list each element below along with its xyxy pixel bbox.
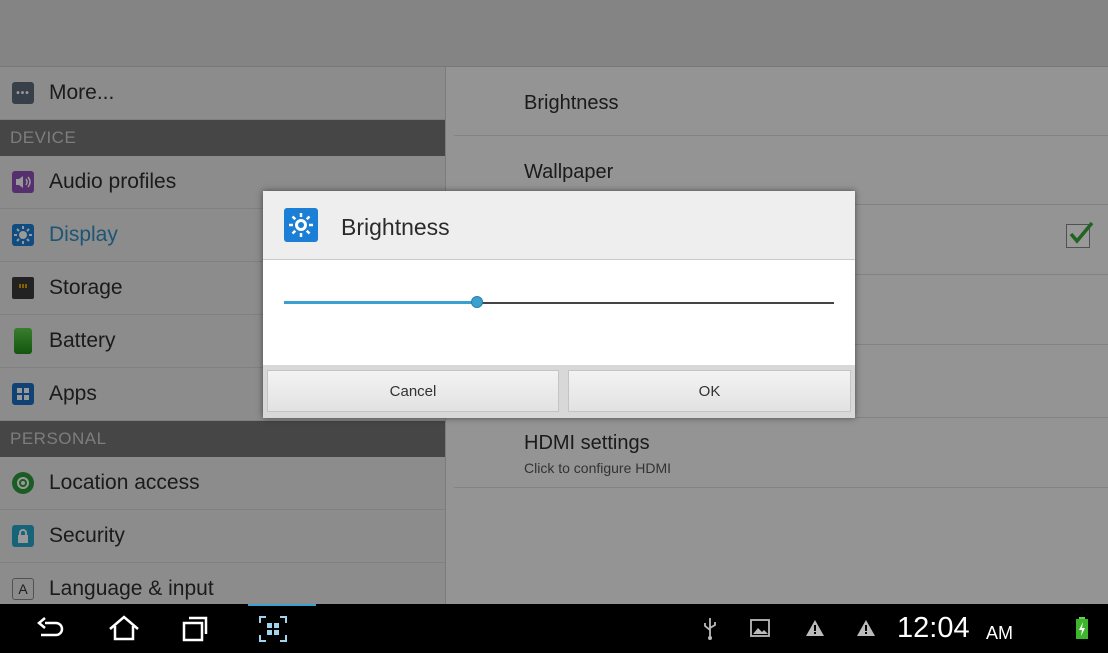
screenshot-icon[interactable] xyxy=(258,614,288,644)
slider-thumb[interactable] xyxy=(471,296,483,308)
dialog-title: Brightness xyxy=(341,214,450,240)
ok-button[interactable]: OK xyxy=(568,370,851,412)
settings-app: ••• More... DEVICE Audio profiles Displa… xyxy=(0,0,1108,604)
cancel-button[interactable]: Cancel xyxy=(267,370,559,412)
brightness-icon xyxy=(284,208,318,242)
active-indicator xyxy=(248,604,316,606)
clock-ampm: AM xyxy=(986,623,1013,643)
warning-icon xyxy=(856,618,886,648)
usb-icon xyxy=(702,616,732,646)
warning-icon xyxy=(805,618,835,648)
brightness-slider[interactable] xyxy=(284,296,834,308)
battery-charging-icon xyxy=(1075,616,1105,646)
brightness-dialog: Brightness Cancel OK xyxy=(263,191,855,418)
dialog-button-bar: Cancel OK xyxy=(263,365,855,418)
gallery-icon xyxy=(750,618,780,648)
home-icon[interactable] xyxy=(107,614,139,644)
slider-area xyxy=(263,260,855,365)
dialog-title-bar: Brightness xyxy=(263,191,855,260)
recent-apps-icon[interactable] xyxy=(180,614,210,644)
slider-fill xyxy=(284,301,477,304)
clock-time: 12:04 xyxy=(897,612,970,644)
back-icon[interactable] xyxy=(35,614,65,644)
system-navigation-bar: 12:04 AM xyxy=(0,604,1108,653)
